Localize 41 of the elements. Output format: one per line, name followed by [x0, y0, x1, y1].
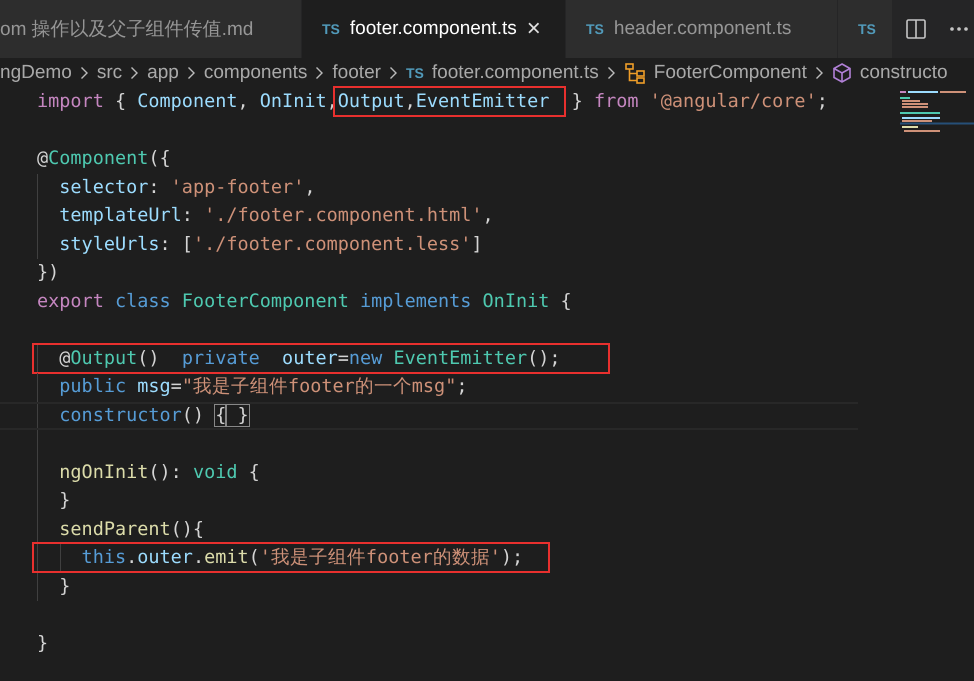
- breadcrumb-item[interactable]: ngDemo: [0, 62, 72, 84]
- code-line: sendParent(){: [58, 518, 206, 542]
- code-line: }: [36, 632, 50, 656]
- chevron-icon: [80, 66, 89, 80]
- code-line: public msg="我是子组件footer的一个msg";: [58, 375, 468, 399]
- code-line: templateUrl: './footer.component.html',: [58, 204, 495, 228]
- code-line: }: [58, 574, 72, 598]
- breadcrumb-item[interactable]: footer: [332, 62, 381, 84]
- code-line: export class FooterComponent implements OnInit {: [36, 290, 573, 314]
- typescript-icon: TS: [406, 65, 424, 81]
- minimap-drawing[interactable]: [900, 90, 974, 132]
- breadcrumb-item[interactable]: src: [96, 62, 122, 84]
- code-line: ngOnInit(): void {: [58, 460, 261, 484]
- more-icon[interactable]: [949, 26, 969, 32]
- code-line: selector: 'app-footer',: [58, 176, 316, 200]
- chevron-icon: [388, 66, 398, 80]
- code-line: styleUrls: ['./footer.component.less']: [58, 232, 484, 256]
- code-line: @Component({: [36, 147, 172, 171]
- code-line: }): [36, 261, 60, 285]
- split-editor-icon[interactable]: [905, 18, 927, 40]
- editor-tab[interactable]: TS footer.component.ts ×: [302, 0, 566, 58]
- editor-tab[interactable]: TS header.component.ts: [566, 0, 838, 58]
- editor-tab[interactable]: TS: [838, 0, 893, 58]
- code-line: constructor() { }: [0, 402, 858, 430]
- chevron-icon: [606, 66, 616, 80]
- breadcrumb-item[interactable]: footer.component.ts: [432, 62, 599, 84]
- chevron-icon: [814, 66, 824, 80]
- cube-icon: [832, 62, 852, 84]
- breadcrumb-item[interactable]: FooterComponent: [654, 62, 807, 84]
- code-line: @Output() private outer=new EventEmitter();: [0, 344, 858, 373]
- close-icon[interactable]: ×: [526, 17, 541, 41]
- breadcrumb-item[interactable]: app: [147, 62, 179, 84]
- code-line: }: [58, 489, 72, 513]
- chevron-icon: [130, 66, 140, 80]
- code-line: this.outer.emit('我是子组件footer的数据');: [0, 544, 858, 572]
- chevron-icon: [315, 66, 324, 80]
- breadcrumb-item[interactable]: components: [204, 62, 308, 84]
- breadcrumb-item[interactable]: constructo: [860, 62, 948, 84]
- editor-tab[interactable]: om 操作以及父子组件传值.md: [0, 0, 302, 58]
- class-icon: [624, 62, 646, 84]
- chevron-icon: [186, 66, 196, 80]
